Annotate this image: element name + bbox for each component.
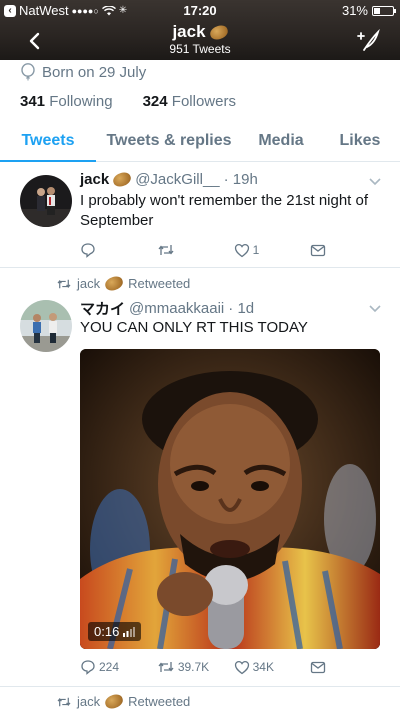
retweeter-name[interactable]: jack <box>77 694 100 709</box>
retweet-icon <box>158 245 174 255</box>
reply-button[interactable] <box>80 242 157 258</box>
retweeted-label: Retweeted <box>128 694 191 709</box>
status-bar: ‹ NatWest ●●●●○ ✳ 17:20 31% <box>0 0 400 20</box>
envelope-icon <box>311 244 326 256</box>
video-thumbnail[interactable]: 0:16 <box>80 349 380 649</box>
tab-media[interactable]: Media <box>242 122 320 160</box>
followers-link[interactable]: 324 Followers <box>143 93 236 110</box>
retweet-button[interactable] <box>157 243 234 257</box>
author-handle[interactable]: @JackGill__ <box>135 171 219 188</box>
tab-likes[interactable]: Likes <box>320 122 400 160</box>
following-link[interactable]: 341 Following <box>20 93 113 110</box>
direct-message-button[interactable] <box>310 661 340 674</box>
tweet-actions: 224 39.7K 34K <box>80 657 340 677</box>
like-button[interactable]: 34K <box>234 660 311 675</box>
follow-counts: 341 Following 324 Followers <box>20 93 236 110</box>
following-count: 341 <box>20 93 46 110</box>
potato-emoji-icon <box>103 692 125 711</box>
retweeted-label: Retweeted <box>128 276 191 291</box>
video-duration-badge: 0:16 <box>88 622 142 641</box>
heart-icon <box>234 243 249 257</box>
heart-icon <box>234 660 249 674</box>
profile-name: jack <box>172 22 230 42</box>
like-count: 1 <box>252 243 260 257</box>
tweet-header: jack @JackGill__ · 19h <box>80 170 258 189</box>
birthday-row: Born on 29 July <box>20 63 146 81</box>
battery-icon <box>372 5 396 16</box>
envelope-icon <box>311 661 326 673</box>
author-handle[interactable]: @mmaakkaaii <box>129 300 224 317</box>
tweet-item[interactable]: jack Retweeted <box>0 687 400 711</box>
tweet-count: 951 Tweets <box>169 42 231 56</box>
chevron-down-icon[interactable] <box>368 177 382 187</box>
followers-label: Followers <box>171 93 236 110</box>
direct-message-button[interactable] <box>310 244 340 257</box>
profile-tabs: Tweets Tweets & replies Media Likes <box>0 122 400 162</box>
tweet-item[interactable]: jack @JackGill__ · 19h I probably won't … <box>0 163 400 267</box>
nav-title: jack 951 Tweets <box>0 22 400 56</box>
avatar-photo <box>20 300 72 352</box>
tab-tweets[interactable]: Tweets <box>0 122 96 162</box>
avatar[interactable] <box>20 300 72 352</box>
retweet-button[interactable]: 39.7K <box>157 660 234 674</box>
tweet-time: · 1d <box>228 300 255 317</box>
video-frame <box>80 349 380 649</box>
battery-percent: 31% <box>341 3 368 18</box>
tweet-text: I probably won't remember the 21st night… <box>80 192 369 229</box>
top-bar: ‹ NatWest ●●●●○ ✳ 17:20 31% jack 951 Twe… <box>0 0 400 60</box>
retweet-icon <box>57 697 71 706</box>
battery-fill <box>374 7 380 14</box>
profile-name-text: jack <box>172 22 206 41</box>
avatar[interactable] <box>20 175 72 227</box>
following-label: Following <box>49 93 113 110</box>
reply-button[interactable]: 224 <box>80 659 157 675</box>
potato-emoji-icon <box>111 170 133 189</box>
like-button[interactable]: 1 <box>234 243 311 258</box>
tweet-text: YOU CAN ONLY RT THIS TODAY <box>80 319 308 336</box>
followers-count: 324 <box>142 93 168 110</box>
clock: 17:20 <box>183 3 217 18</box>
reply-icon <box>81 660 95 675</box>
reply-count: 224 <box>99 660 120 674</box>
like-count: 34K <box>252 660 274 674</box>
chevron-down-icon[interactable] <box>368 304 382 314</box>
avatar-photo <box>20 175 72 227</box>
author-name[interactable]: マカイ <box>80 298 125 319</box>
retweeter-name[interactable]: jack <box>77 276 100 291</box>
author-name[interactable]: jack <box>80 171 109 188</box>
retweet-context: jack Retweeted <box>56 692 191 711</box>
tab-tweets-and-replies[interactable]: Tweets & replies <box>96 122 242 160</box>
retweet-icon <box>158 662 174 672</box>
compose-tweet-icon[interactable] <box>354 26 382 54</box>
balloon-icon <box>21 63 35 81</box>
reply-icon <box>81 243 95 258</box>
tweet-time: · 19h <box>223 171 258 188</box>
potato-emoji-icon <box>207 23 230 41</box>
volume-bars-icon <box>123 626 136 637</box>
retweet-count: 39.7K <box>177 660 210 674</box>
battery-group: 31% <box>341 3 396 18</box>
potato-emoji-icon <box>103 274 125 293</box>
retweet-icon <box>57 279 71 288</box>
birthday-text: Born on 29 July <box>42 63 147 81</box>
tweet-header: マカイ @mmaakkaaii · 1d <box>80 298 254 319</box>
video-duration: 0:16 <box>94 624 120 639</box>
retweet-context: jack Retweeted <box>56 274 191 293</box>
tweet-actions: 1 <box>80 240 340 260</box>
